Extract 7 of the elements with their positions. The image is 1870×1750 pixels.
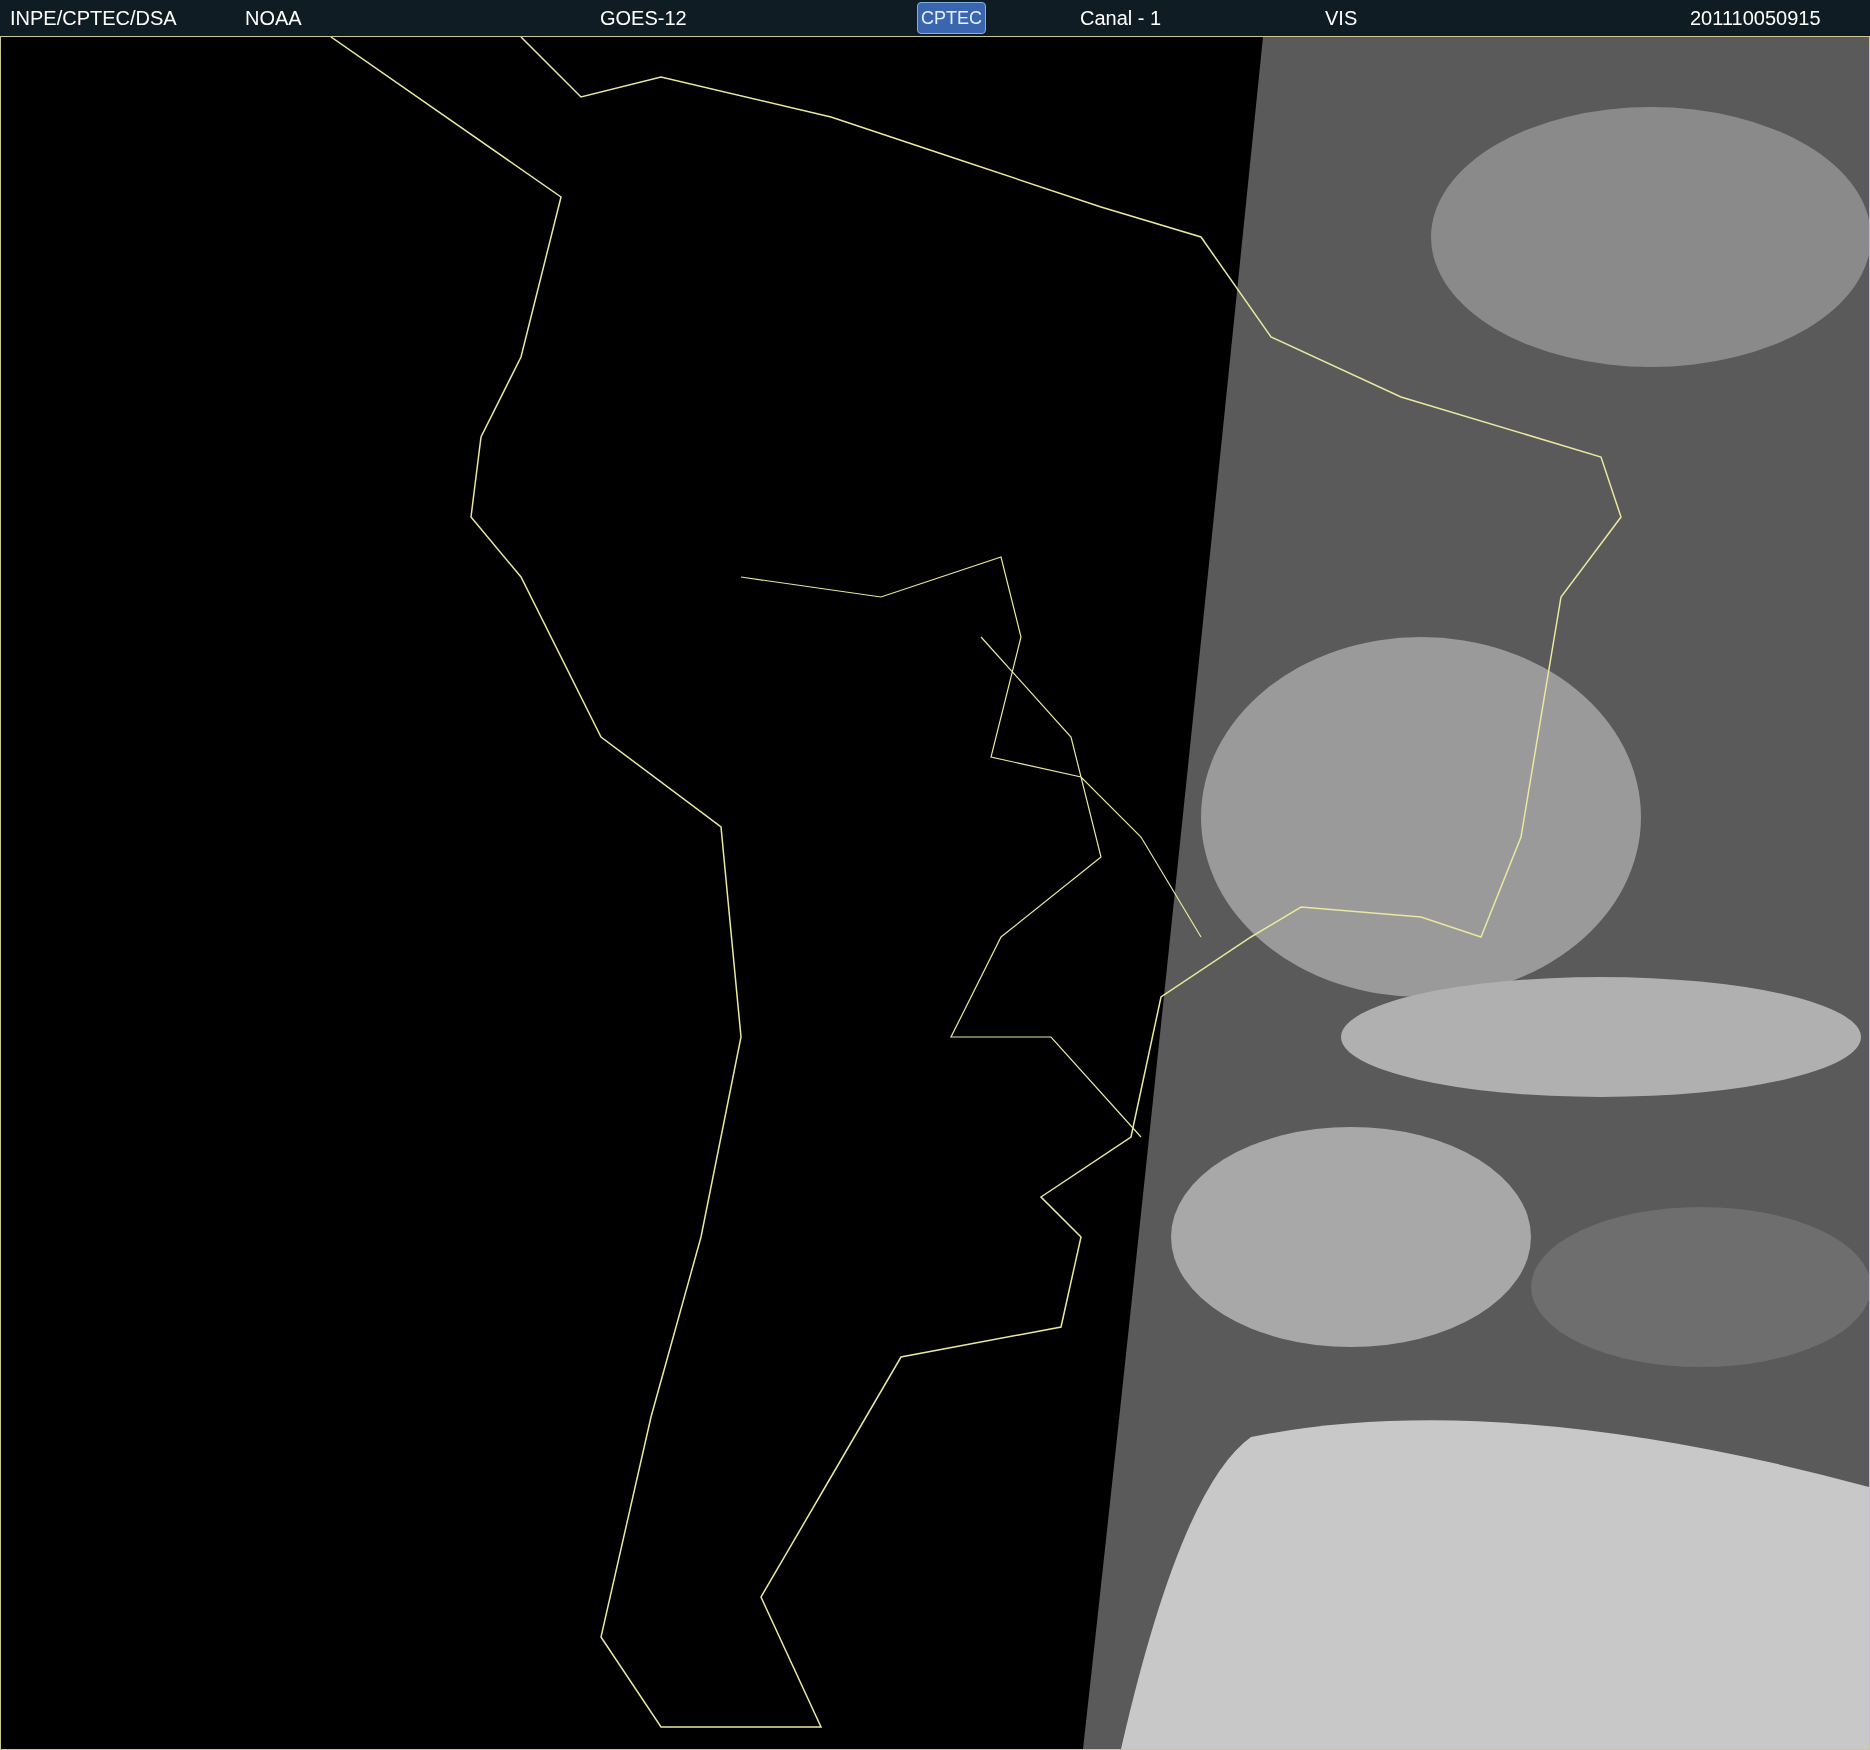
logo: CPTEC: [917, 2, 986, 34]
header-label: GOES-12: [600, 6, 687, 31]
header-label: VIS: [1325, 6, 1358, 31]
header-label: 201110050915: [1690, 6, 1821, 31]
header-label: INPE/CPTEC/DSA: [10, 6, 177, 31]
header-label: Canal - 1: [1080, 6, 1162, 31]
header-label: NOAA: [245, 6, 302, 31]
